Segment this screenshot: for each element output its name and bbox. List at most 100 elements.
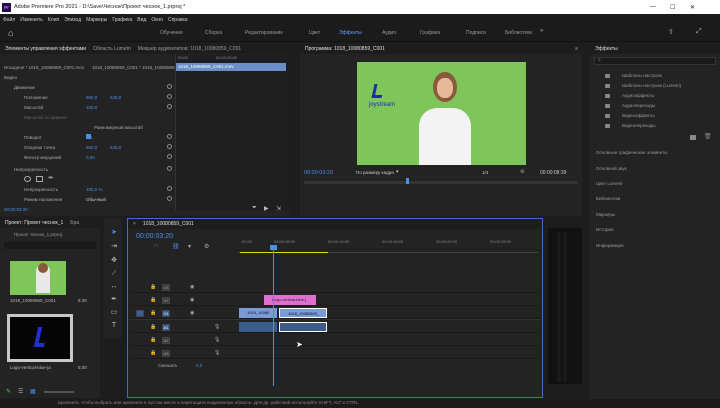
- video-clip-a[interactable]: 1018_10080: [239, 308, 277, 318]
- ws-color[interactable]: Цвет: [309, 30, 320, 36]
- settings-wrench-icon[interactable]: ⚙: [520, 169, 524, 175]
- microphone-icon[interactable]: 🎙: [214, 337, 220, 343]
- program-timecode[interactable]: 00:00:03:20: [304, 170, 333, 176]
- logo-clip[interactable]: Logo-vertical-blue-j: [264, 295, 316, 305]
- menu-help[interactable]: Справка: [168, 17, 188, 23]
- ellipse-mask-icon[interactable]: [24, 176, 31, 182]
- menu-view[interactable]: Вид: [137, 17, 146, 23]
- razor-tool-icon[interactable]: ⟋: [109, 269, 119, 278]
- timeline-playhead[interactable]: [273, 248, 274, 386]
- reset-blend-icon[interactable]: [167, 196, 172, 201]
- ws-graphics[interactable]: Графика: [420, 30, 440, 36]
- linked-selection-icon[interactable]: ⛓: [172, 243, 180, 250]
- scale-value[interactable]: 100,0: [86, 105, 97, 110]
- audio-clip-a[interactable]: [239, 322, 277, 332]
- motion-label[interactable]: Движение: [14, 85, 35, 90]
- panel-info[interactable]: Информация: [596, 243, 624, 248]
- menu-file[interactable]: Файл: [3, 17, 15, 23]
- a1-track-label[interactable]: A1: [162, 324, 170, 331]
- a3-track-label[interactable]: A3: [162, 350, 170, 357]
- timeline-ruler[interactable]: [238, 235, 538, 253]
- reset-opacity-icon[interactable]: [167, 166, 172, 171]
- timeline-playhead-handle[interactable]: [270, 245, 277, 250]
- menu-clip[interactable]: Клип: [48, 17, 59, 23]
- anchor-y-value[interactable]: 540,0: [110, 145, 121, 150]
- opacity-section-label[interactable]: Непрозрачность: [14, 167, 48, 172]
- panel-libraries[interactable]: Библиотеки: [596, 196, 620, 201]
- ws-editing[interactable]: Редактирование: [245, 30, 283, 36]
- program-monitor-title[interactable]: Программа: 1018_10080859_C001: [305, 46, 385, 52]
- panel-essential-sound[interactable]: Основной звук: [596, 166, 626, 171]
- menu-graphics[interactable]: Графика: [112, 17, 132, 23]
- minimize-button[interactable]: —: [650, 4, 656, 10]
- type-tool-icon[interactable]: T: [109, 321, 119, 330]
- reset-position-icon[interactable]: [167, 94, 172, 99]
- lock-icon[interactable]: 🔒: [150, 297, 156, 303]
- folder-video-effects-label[interactable]: Видеоэффекты: [622, 113, 655, 118]
- selection-tool-icon[interactable]: ➤: [109, 228, 119, 237]
- ripple-edit-tool-icon[interactable]: ✥: [109, 256, 119, 265]
- a2-track-label[interactable]: A2: [162, 337, 170, 344]
- workspace-overflow-icon[interactable]: »: [540, 28, 543, 34]
- timeline-settings-icon[interactable]: ⚙: [204, 243, 209, 250]
- lock-icon[interactable]: 🔒: [150, 324, 156, 330]
- home-icon[interactable]: ⌂: [8, 28, 13, 38]
- fullscreen-icon[interactable]: ⤢: [696, 28, 702, 36]
- folder-lumetri-presets-label[interactable]: Шаблоны настроек (Lumetri): [622, 83, 681, 88]
- eye-icon[interactable]: ◉: [190, 297, 194, 303]
- ec-filter-icon[interactable]: ⏷: [252, 205, 257, 212]
- tab-project[interactable]: Проект: Проект чеснок_1: [5, 220, 63, 226]
- reset-anchor-icon[interactable]: [167, 144, 172, 149]
- blend-mode-select[interactable]: Обычный: [86, 197, 106, 202]
- ec-export-icon[interactable]: ⇲: [276, 205, 281, 212]
- delete-icon[interactable]: 🗑: [704, 133, 712, 140]
- fit-select[interactable]: По размеру кадра: [356, 170, 394, 175]
- close-button[interactable]: ✕: [690, 4, 695, 11]
- rectangle-tool-icon[interactable]: ▭: [109, 308, 119, 317]
- track-select-tool-icon[interactable]: ⇥: [109, 242, 119, 251]
- microphone-icon[interactable]: 🎙: [214, 324, 220, 330]
- tab-bin[interactable]: Бра: [70, 220, 79, 226]
- rectangle-mask-icon[interactable]: [36, 176, 43, 182]
- v1-source-patch[interactable]: [136, 310, 144, 317]
- ws-libraries[interactable]: Библиотеки: [505, 30, 532, 36]
- effects-title[interactable]: Эффекты: [595, 46, 618, 52]
- folder-audio-effects-label[interactable]: Аудиоэффекты: [622, 93, 654, 98]
- anchor-x-value[interactable]: 960,0: [86, 145, 97, 150]
- reset-flicker-icon[interactable]: [167, 154, 172, 159]
- resolution-select[interactable]: 1/4: [482, 170, 488, 175]
- panel-essential-graphics[interactable]: Основные графические элементы: [596, 150, 668, 155]
- tab-effect-controls[interactable]: Элементы управления эффектами: [5, 46, 86, 52]
- zoom-slider[interactable]: [44, 391, 74, 393]
- lock-icon[interactable]: 🔒: [150, 284, 156, 290]
- panel-history[interactable]: История: [596, 227, 613, 232]
- pen-icon[interactable]: ✎: [6, 388, 11, 395]
- ws-audio[interactable]: Аудио: [382, 30, 396, 36]
- effects-search-field[interactable]: [594, 57, 716, 65]
- v1-track-label[interactable]: V1: [162, 310, 170, 317]
- microphone-icon[interactable]: 🎙: [214, 350, 220, 356]
- ec-clip-bar[interactable]: 1018_10080859_C001.mov: [176, 63, 286, 71]
- slip-tool-icon[interactable]: ↔: [109, 282, 119, 291]
- share-icon[interactable]: ⇧: [668, 28, 674, 36]
- list-view-icon[interactable]: ☰: [18, 388, 23, 395]
- reset-motion-icon[interactable]: [167, 84, 172, 89]
- folder-video-transitions-label[interactable]: Видеопереходы: [622, 123, 655, 128]
- clip-thumbnail-video[interactable]: [10, 261, 66, 295]
- flicker-value[interactable]: 0,00: [86, 155, 95, 160]
- ws-assembly[interactable]: Сборка: [205, 30, 222, 36]
- panel-lumetri-color[interactable]: Цвет Lumetri: [596, 181, 622, 186]
- folder-presets-label[interactable]: Шаблоны настроек: [622, 73, 662, 78]
- tab-audio-clip-mixer[interactable]: Микшер аудиоклипов: 1018_10080859_C001: [138, 46, 241, 52]
- eye-icon[interactable]: ◉: [190, 284, 194, 290]
- lock-icon[interactable]: 🔒: [150, 337, 156, 343]
- folder-audio-transitions-label[interactable]: Аудиопереходы: [622, 103, 655, 108]
- project-item-name[interactable]: Logo-vertical-blue-ja: [10, 365, 51, 370]
- position-y-value[interactable]: 540,0: [110, 95, 121, 100]
- ws-captions[interactable]: Подписи: [466, 30, 486, 36]
- ws-learning[interactable]: Обучение: [160, 30, 183, 36]
- audio-clip-b[interactable]: [279, 322, 327, 332]
- fit-dropdown-icon[interactable]: ▾: [396, 169, 399, 175]
- tab-lumetri-scopes[interactable]: Область Lumetri: [93, 46, 131, 52]
- program-menu-icon[interactable]: ≡: [575, 46, 578, 52]
